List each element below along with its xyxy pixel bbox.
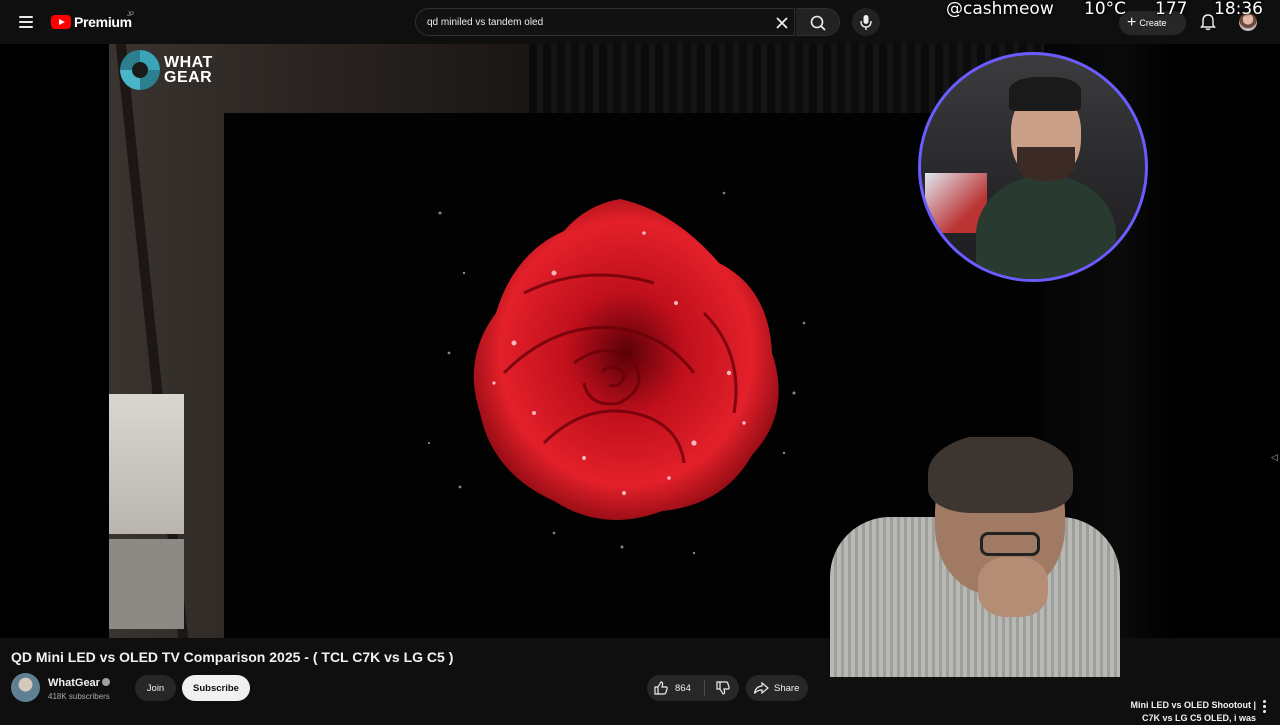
overlay-temperature: 10°C: [1084, 0, 1127, 19]
logo-region-label: JP: [127, 12, 135, 18]
next-video-title[interactable]: Mini LED vs OLED Shootout | C7K vs LG C5…: [1124, 699, 1256, 725]
overlay-time: 18:36: [1214, 0, 1263, 19]
microphone-icon: [860, 15, 872, 30]
like-dislike-group: 864: [647, 675, 739, 701]
viewer-webcam-overlay: [810, 437, 1120, 720]
share-label: Share: [774, 682, 800, 694]
dislike-button[interactable]: [707, 675, 739, 701]
search-icon: [810, 15, 826, 31]
video-title: QD Mini LED vs OLED TV Comparison 2025 -…: [11, 649, 454, 665]
like-button[interactable]: 864: [647, 675, 704, 701]
youtube-logo[interactable]: Premium: [51, 12, 132, 32]
share-button[interactable]: Share: [746, 675, 808, 701]
close-icon[interactable]: [772, 13, 792, 33]
youtube-play-icon: [51, 15, 71, 29]
create-label: Create: [1139, 18, 1167, 28]
streamer-facecam: [918, 52, 1148, 282]
channel-watermark: WHAT GEAR: [120, 50, 222, 90]
logo-text: Premium: [74, 14, 132, 30]
voice-search-button[interactable]: [852, 8, 880, 36]
overlay-handle: @cashmeow: [946, 0, 1054, 19]
chevron-left-icon[interactable]: ◁: [1271, 452, 1278, 463]
like-count: 864: [675, 682, 691, 694]
subscriber-count: 418K subscribers: [48, 692, 110, 701]
watermark-text: WHAT GEAR: [164, 54, 213, 86]
divider: [704, 680, 705, 696]
thumbs-up-icon: [654, 681, 668, 695]
channel-name[interactable]: WhatGear: [48, 677, 100, 689]
subscribe-button[interactable]: Subscribe: [182, 675, 250, 701]
search-button[interactable]: [796, 8, 840, 36]
channel-avatar[interactable]: [11, 673, 40, 702]
search-query[interactable]: qd miniled vs tandem oled: [427, 17, 543, 28]
overlay-counter: 177: [1155, 0, 1188, 19]
share-icon: [753, 681, 769, 695]
thumbs-down-icon: [716, 681, 730, 695]
join-button[interactable]: Join: [135, 675, 176, 701]
more-options-icon[interactable]: [1258, 698, 1270, 714]
search-input[interactable]: qd miniled vs tandem oled: [415, 8, 795, 36]
plus-icon: +: [1127, 14, 1137, 31]
whatgear-logo-icon: [120, 50, 160, 90]
menu-icon[interactable]: [14, 10, 38, 34]
verified-badge-icon: [102, 678, 110, 686]
